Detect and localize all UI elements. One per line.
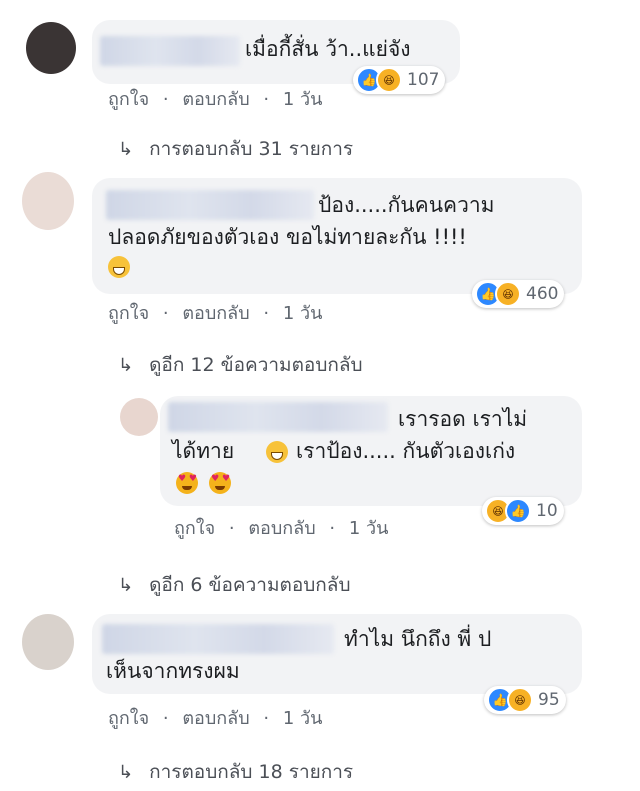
timestamp[interactable]: 1 วัน [283,708,323,729]
reaction-count: 107 [407,70,440,90]
separator: · [162,708,169,729]
reply-arrow-icon: ↳ [118,762,134,783]
grin-emoji [108,256,130,278]
haha-icon: 😆 [495,281,521,307]
reply-actions: ถูกใจ · ตอบกลับ · 1 วัน [174,513,388,542]
like-link[interactable]: ถูกใจ [108,708,149,729]
comment-text: ปลอดภัยของตัวเอง ขอไม่ทายละกัน !!!! [108,225,467,249]
separator: · [162,303,169,324]
separator: · [329,518,336,539]
like-link[interactable]: ถูกใจ [174,518,215,539]
heart-eyes-emoji [176,472,232,494]
view-replies-label: การตอบกลับ 18 รายการ [149,761,354,783]
comment-text: เมื่อกี้สั่น ว้า..แย่จัง [245,37,411,61]
replier-name-blurred[interactable] [168,402,388,432]
reply-text: เราป้อง..... กันตัวเองเก่ง [296,439,516,463]
avatar[interactable] [22,614,74,670]
reply-link[interactable]: ตอบกลับ [182,708,249,729]
like-link[interactable]: ถูกใจ [108,303,149,324]
commenter-name-blurred[interactable] [106,190,314,220]
separator: · [263,303,270,324]
avatar[interactable] [26,22,76,74]
view-more-replies-label: ดูอีก 6 ข้อความตอบกลับ [149,574,351,596]
comment-actions: ถูกใจ · ตอบกลับ · 1 วัน [108,84,322,113]
comment-text: ทำไม นึกถึง พี่ ป [344,627,492,651]
view-replies-label: การตอบกลับ 31 รายการ [149,138,354,160]
view-replies-link[interactable]: ↳ การตอบกลับ 18 รายการ [118,757,353,787]
view-more-replies-link[interactable]: ↳ ดูอีก 6 ข้อความตอบกลับ [118,570,351,600]
comment-text: เห็นจากทรงผม [106,659,240,683]
comment-actions: ถูกใจ · ตอบกลับ · 1 วัน [108,703,322,732]
commenter-name-blurred[interactable] [102,624,334,654]
commenter-name-blurred[interactable] [100,36,240,66]
separator: · [162,89,169,110]
reply-arrow-icon: ↳ [118,355,134,376]
reply-link[interactable]: ตอบกลับ [182,89,249,110]
view-more-replies-link[interactable]: ↳ ดูอีก 12 ข้อความตอบกลับ [118,350,363,380]
grin-emoji [266,441,288,463]
like-link[interactable]: ถูกใจ [108,89,149,110]
reaction-count: 10 [536,501,558,521]
view-more-replies-label: ดูอีก 12 ข้อความตอบกลับ [149,354,363,376]
reaction-summary[interactable]: 👍 😆 460 [472,280,565,308]
reply-link[interactable]: ตอบกลับ [248,518,315,539]
reply-link[interactable]: ตอบกลับ [182,303,249,324]
comment-actions: ถูกใจ · ตอบกลับ · 1 วัน [108,298,322,327]
timestamp[interactable]: 1 วัน [283,303,323,324]
timestamp[interactable]: 1 วัน [349,518,389,539]
reaction-summary[interactable]: 👍 😆 95 [484,686,566,714]
avatar[interactable] [22,172,74,230]
reply-text: เรารอด เราไม่ [398,407,528,431]
reply-arrow-icon: ↳ [118,575,134,596]
reaction-summary[interactable]: 😆 👍 10 [482,497,564,525]
separator: · [263,89,270,110]
comment-text: ป้อง.....กันคนความ [318,193,495,217]
view-replies-link[interactable]: ↳ การตอบกลับ 31 รายการ [118,134,353,164]
like-icon: 👍 [505,498,531,524]
timestamp[interactable]: 1 วัน [283,89,323,110]
haha-icon: 😆 [507,687,533,713]
reaction-count: 460 [526,284,559,304]
reaction-count: 95 [538,690,560,710]
separator: · [263,708,270,729]
avatar[interactable] [120,398,158,436]
haha-icon: 😆 [376,67,402,93]
reply-text: ได้ทาย [172,439,235,463]
separator: · [228,518,235,539]
reaction-summary[interactable]: 👍 😆 107 [353,66,446,94]
reply-arrow-icon: ↳ [118,139,134,160]
